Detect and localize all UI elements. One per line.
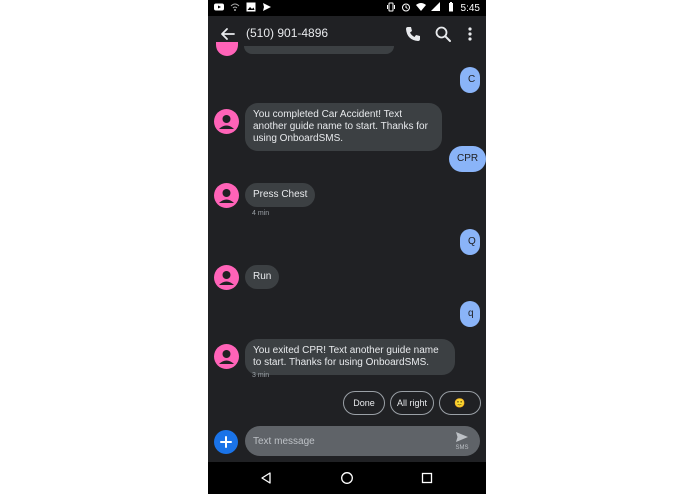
suggestion-chip-all-right[interactable]: All right bbox=[390, 391, 434, 415]
suggestion-chip-done[interactable]: Done bbox=[343, 391, 385, 415]
message-bubble-incoming[interactable]: You completed Car Accident! Text another… bbox=[245, 103, 442, 151]
vibrate-icon bbox=[386, 2, 396, 15]
message-bubble-outgoing[interactable]: C bbox=[460, 67, 480, 93]
square-recents-icon bbox=[421, 472, 433, 484]
message-text: Q bbox=[468, 236, 476, 247]
conversation-title: (510) 901-4896 bbox=[246, 26, 329, 40]
arrow-back-icon bbox=[221, 28, 235, 40]
person-icon bbox=[219, 189, 234, 203]
person-icon bbox=[219, 350, 234, 364]
message-text: You completed Car Accident! Text another… bbox=[253, 109, 428, 144]
status-bar: 5:45 bbox=[208, 0, 486, 16]
suggestion-chip-emoji[interactable]: 🙂 bbox=[439, 391, 481, 415]
more-options-button[interactable] bbox=[464, 25, 476, 43]
add-attachment-button[interactable] bbox=[214, 430, 238, 454]
send-mode-label: SMS bbox=[455, 445, 469, 451]
message-text: Press Chest bbox=[253, 189, 308, 200]
message-text: You exited CPR! Text another guide name … bbox=[253, 345, 439, 368]
signal-icon bbox=[430, 2, 441, 15]
message-text: Run bbox=[253, 271, 272, 282]
message-text: CPR bbox=[457, 153, 479, 164]
plus-icon bbox=[220, 436, 232, 448]
message-text: C bbox=[468, 74, 476, 85]
message-timestamp: 3 min bbox=[252, 372, 270, 379]
navigation-bar bbox=[208, 462, 486, 494]
person-icon bbox=[219, 115, 234, 129]
search-button[interactable] bbox=[434, 25, 452, 43]
message-bubble-incoming[interactable]: Press Chest bbox=[245, 183, 316, 207]
alarm-icon bbox=[401, 2, 411, 15]
contact-avatar[interactable] bbox=[214, 183, 239, 208]
message-bubble-outgoing[interactable]: Q bbox=[460, 229, 480, 255]
avatar bbox=[216, 42, 238, 56]
nav-home-button[interactable] bbox=[340, 471, 354, 485]
compose-bar: SMS bbox=[245, 426, 480, 456]
message-timestamp: 4 min bbox=[252, 210, 270, 217]
phone-screen: 5:45 (510) 901-4896 C You completed Car … bbox=[208, 0, 486, 494]
nav-back-button[interactable] bbox=[259, 471, 273, 485]
message-bubble-incoming[interactable]: Run bbox=[245, 265, 280, 289]
send-icon bbox=[262, 2, 272, 15]
contact-avatar[interactable] bbox=[214, 265, 239, 290]
battery-icon bbox=[446, 2, 456, 15]
triangle-back-icon bbox=[261, 472, 271, 484]
back-button[interactable] bbox=[218, 24, 238, 44]
search-icon bbox=[435, 26, 451, 42]
contact-avatar[interactable] bbox=[214, 344, 239, 369]
send-button[interactable]: SMS bbox=[454, 430, 470, 452]
chip-label: Done bbox=[353, 398, 375, 408]
conversation-list[interactable]: C You completed Car Accident! Text anoth… bbox=[208, 42, 486, 426]
message-input[interactable] bbox=[253, 434, 433, 448]
status-time: 5:45 bbox=[460, 2, 480, 14]
youtube-icon bbox=[214, 2, 224, 15]
wifi-icon bbox=[415, 2, 426, 15]
wifi-calling-icon bbox=[230, 2, 240, 15]
chip-label: All right bbox=[396, 398, 427, 408]
circle-home-icon bbox=[341, 472, 353, 484]
call-icon bbox=[406, 27, 420, 41]
message-bubble-incoming bbox=[244, 46, 394, 54]
image-icon bbox=[246, 2, 256, 15]
message-bubble-outgoing[interactable]: CPR bbox=[449, 146, 486, 172]
contact-avatar[interactable] bbox=[214, 109, 239, 134]
message-text: q bbox=[468, 308, 474, 319]
nav-recents-button[interactable] bbox=[420, 471, 434, 485]
call-button[interactable] bbox=[404, 25, 422, 43]
message-bubble-outgoing[interactable]: q bbox=[460, 301, 480, 327]
more-vert-icon bbox=[468, 27, 472, 41]
send-icon bbox=[456, 432, 468, 442]
emoji-icon: 🙂 bbox=[454, 397, 466, 408]
person-icon bbox=[219, 271, 234, 285]
message-bubble-incoming[interactable]: You exited CPR! Text another guide name … bbox=[245, 339, 455, 375]
